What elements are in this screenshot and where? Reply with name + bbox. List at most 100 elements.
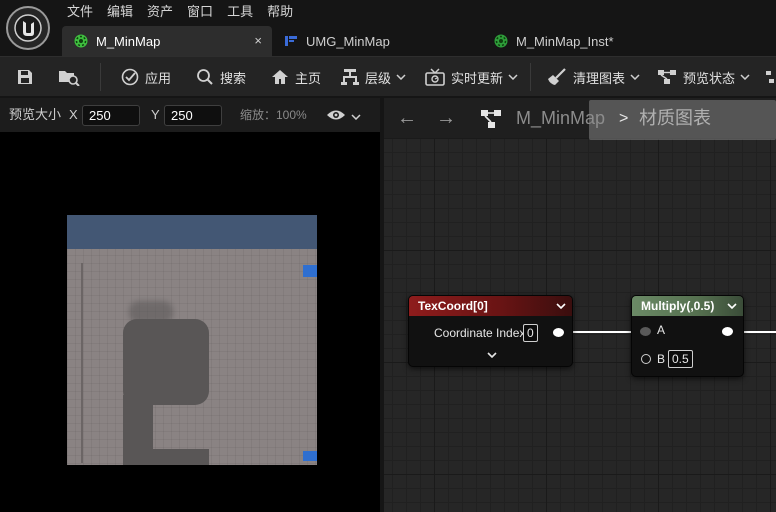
home-icon [271,68,289,86]
texcoord-node-title: TexCoord[0] [409,296,572,316]
breadcrumb-separator: > [619,110,629,127]
tab-m-minmap[interactable]: M_MinMap × [62,26,272,56]
menu-tools[interactable]: 工具 [220,0,260,24]
preview-header: 预览大小 X 250 Y 250 缩放：100% [0,98,380,132]
chevron-down-icon [351,113,361,120]
output-pin[interactable] [553,328,564,337]
tab-label: UMG_MinMap [306,33,390,49]
menu-file[interactable]: 文件 [60,0,100,24]
connection-wire [740,331,776,333]
menu-asset[interactable]: 资产 [140,0,180,24]
minimap-building [123,319,209,405]
preview-panel: 预览大小 X 250 Y 250 缩放：100% [0,98,380,512]
chevron-down-icon [508,74,518,80]
minimap-sky-band [67,215,317,249]
material-icon [74,34,88,48]
eye-icon [326,109,346,124]
minimap-preview-image [67,215,317,465]
search-icon [196,68,214,86]
coordinate-index-label: Coordinate Index [434,326,526,340]
material-graph[interactable]: ← → M_MinMap > 材质图表 TexCoord[0] Coordina… [384,98,776,512]
x-label: X [69,107,78,122]
minimap-marker [303,265,317,277]
visibility-dropdown[interactable] [326,109,361,124]
toolbar-divider [530,63,531,91]
input-pin-a[interactable] [640,327,651,336]
apply-label: 应用 [145,70,172,86]
expand-chevron-icon[interactable] [487,352,497,358]
coordinate-index-input[interactable]: 0 [523,324,538,342]
minimap-building-foot [153,449,209,465]
preview-state-dropdown[interactable]: 预览状态 [657,57,750,97]
widget-blueprint-icon [284,34,298,48]
node-graph-icon [657,68,677,86]
apply-check-icon [121,68,139,86]
tab-label: M_MinMap [96,33,161,49]
toolbar: 应用 搜索 主页 层级 实时更新 清理图表 预览状态 [0,56,776,96]
pin-a-label: A [657,323,666,337]
menu-help[interactable]: 帮助 [260,0,300,24]
toolbar-divider [100,63,101,91]
broom-icon [547,68,567,86]
minimap-wall [81,263,83,463]
pin-b-label: B [657,352,666,366]
material-instance-icon [494,34,508,48]
clean-graph-label: 清理图表 [573,70,626,86]
live-update-icon [425,68,445,86]
breadcrumb-current[interactable]: 材质图表 [639,98,711,138]
menu-window[interactable]: 窗口 [180,0,220,24]
texcoord-node[interactable]: TexCoord[0] Coordinate Index 0 [408,295,573,367]
chevron-down-icon [740,74,750,80]
chevron-down-icon[interactable] [556,296,566,316]
close-icon[interactable]: × [254,33,262,48]
graph-breadcrumb-bar: ← → M_MinMap > 材质图表 [384,98,776,140]
multiply-node-title: Multiply(,0.5) [632,296,743,316]
tab-label: M_MinMap_Inst* [516,33,614,49]
texcoord-title-text: TexCoord[0] [418,299,488,313]
folder-search-icon [58,68,80,86]
input-pin-b[interactable] [641,354,651,364]
apply-button[interactable]: 应用 [121,57,171,97]
forward-arrow-icon[interactable]: → [436,108,456,128]
live-update-dropdown[interactable]: 实时更新 [425,57,518,97]
multiply-title-text: Multiply(,0.5) [641,299,715,313]
home-button[interactable]: 主页 [271,57,321,97]
save-icon [16,68,34,86]
y-label: Y [151,107,160,122]
unreal-logo-icon[interactable] [6,6,50,50]
minimap-building-base [123,395,153,465]
tab-m-minmap-inst[interactable]: M_MinMap_Inst* [482,26,642,56]
y-size-input[interactable]: 250 [164,105,222,126]
preview-size-label: 预览大小 [9,107,62,122]
browse-asset-button[interactable] [58,57,86,97]
clean-graph-dropdown[interactable]: 清理图表 [547,57,640,97]
title-bar: 文件 编辑 资产 窗口 工具 帮助 M_MinMap × UMG_MinMap … [0,0,776,56]
pin-b-value-input[interactable]: 0.5 [668,350,693,368]
document-tabs: M_MinMap × UMG_MinMap M_MinMap_Inst* [62,26,642,56]
menu-edit[interactable]: 编辑 [100,0,140,24]
hierarchy-icon [341,68,359,86]
chevron-down-icon[interactable] [727,296,737,316]
x-size-input[interactable]: 250 [82,105,140,126]
save-button[interactable] [16,57,40,97]
tab-umg-minmap[interactable]: UMG_MinMap [272,26,482,56]
minimap-marker [303,451,317,461]
hierarchy-label: 层级 [365,70,392,86]
output-pin[interactable] [722,327,733,336]
zoom-level: 缩放：100% [240,108,307,122]
connection-wire [564,331,634,333]
preview-state-label: 预览状态 [683,70,736,86]
breadcrumb-root[interactable]: M_MinMap [516,98,605,138]
overflow-node-icon[interactable] [766,57,776,97]
chevron-down-icon [396,74,406,80]
live-update-label: 实时更新 [451,70,504,86]
back-arrow-icon[interactable]: ← [397,108,417,128]
chevron-down-icon [630,74,640,80]
search-button[interactable]: 搜索 [196,57,246,97]
graph-icon [480,108,502,133]
main-menu: 文件 编辑 资产 窗口 工具 帮助 [60,0,300,24]
home-label: 主页 [295,70,322,86]
hierarchy-dropdown[interactable]: 层级 [341,57,406,97]
search-label: 搜索 [220,70,247,86]
multiply-node[interactable]: Multiply(,0.5) A B 0.5 [631,295,744,377]
